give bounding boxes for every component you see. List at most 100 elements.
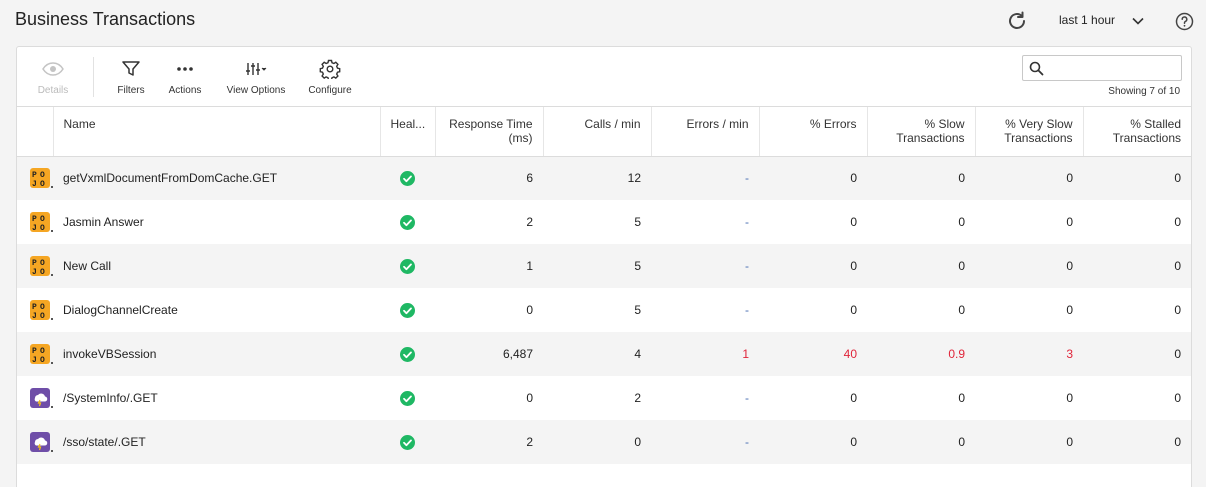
errors-per-min-cell: 1 bbox=[651, 332, 759, 376]
search-box[interactable] bbox=[1022, 55, 1182, 81]
pct-very-slow-cell: 0 bbox=[975, 420, 1083, 464]
chevron-down-icon[interactable] bbox=[1130, 13, 1146, 29]
header-pct-slow[interactable]: % Slow Transactions bbox=[867, 107, 976, 157]
help-icon[interactable] bbox=[1175, 12, 1194, 31]
refresh-icon[interactable] bbox=[1005, 9, 1029, 33]
svg-text:P: P bbox=[32, 171, 37, 180]
pojo-icon: POJO bbox=[30, 300, 50, 321]
health-ok-icon[interactable] bbox=[400, 214, 415, 230]
servlet-icon bbox=[30, 432, 50, 452]
response-time-cell: 1 bbox=[435, 244, 543, 288]
transaction-type-cell: POJO bbox=[17, 332, 53, 376]
table-row[interactable]: P O J O New Call 1 5-0 0 0 0 bbox=[17, 244, 1191, 288]
transactions-table: Name Heal... Response Time (ms) Calls / … bbox=[17, 107, 1191, 464]
pct-very-slow-cell: 0 bbox=[1066, 215, 1073, 229]
transaction-name[interactable]: /sso/state/.GET bbox=[53, 420, 380, 464]
health-ok-icon[interactable] bbox=[400, 170, 415, 186]
health-ok-icon[interactable] bbox=[400, 258, 415, 274]
transaction-name[interactable]: /SystemInfo/.GET bbox=[53, 376, 380, 420]
health-ok-icon[interactable] bbox=[400, 346, 415, 362]
actions-label: Actions bbox=[168, 85, 202, 96]
transaction-name[interactable]: New Call bbox=[53, 244, 380, 288]
health-ok-icon[interactable] bbox=[400, 302, 415, 318]
eye-icon bbox=[42, 59, 64, 79]
servlet-icon bbox=[30, 388, 50, 408]
table-row[interactable]: P O J O DialogChannelCreate 0 5-0 0 0 0 bbox=[17, 288, 1191, 332]
header-pct-very-slow[interactable]: % Very Slow Transactions bbox=[975, 107, 1084, 157]
pojo-icon: POJO bbox=[30, 168, 50, 189]
header-icon bbox=[17, 107, 54, 157]
svg-text:O: O bbox=[40, 224, 45, 232]
transaction-type-cell: POJO bbox=[17, 288, 53, 332]
details-button[interactable]: Details bbox=[27, 47, 79, 107]
pct-stalled-cell: 0 bbox=[1083, 156, 1191, 200]
response-time-cell: 2 bbox=[526, 215, 533, 229]
time-range-selector[interactable]: last 1 hour bbox=[1059, 13, 1115, 27]
toolbar: Details Filters Actions View Options Con… bbox=[17, 47, 1191, 107]
svg-text:J: J bbox=[32, 312, 37, 320]
header-pct-stalled[interactable]: % Stalled Transactions bbox=[1083, 107, 1191, 157]
health-cell bbox=[380, 244, 435, 288]
transaction-type-cell bbox=[17, 376, 53, 420]
details-label: Details bbox=[37, 85, 69, 96]
table-row[interactable]: P O J OinvokeVBSession 6,487 4 1 40 0.9 3 0 bbox=[17, 332, 1191, 376]
svg-text:O: O bbox=[40, 215, 45, 224]
table-row[interactable]: /sso/state/.GET 2 0-0 0 0 0 bbox=[17, 420, 1191, 464]
errors-per-min-cell: - bbox=[651, 156, 759, 200]
calls-per-min-cell: 5 bbox=[543, 244, 651, 288]
page-title: Business Transactions bbox=[15, 9, 196, 29]
transaction-name[interactable]: DialogChannelCreate bbox=[53, 288, 380, 332]
calls-per-min-cell: 5 bbox=[634, 215, 641, 229]
pct-stalled-cell: 0 bbox=[1174, 303, 1181, 317]
actions-button[interactable]: Actions bbox=[163, 47, 207, 107]
transaction-type-cell: POJO bbox=[17, 200, 53, 244]
business-transactions-panel: Details Filters Actions View Options Con… bbox=[16, 46, 1192, 487]
health-ok-icon[interactable] bbox=[400, 390, 415, 406]
view-options-button[interactable]: View Options bbox=[222, 47, 290, 107]
svg-text:O: O bbox=[40, 356, 45, 364]
transaction-name[interactable]: getVxmlDocumentFromDomCache.GET bbox=[53, 156, 380, 200]
pct-stalled-cell: 0 bbox=[1083, 244, 1191, 288]
pct-very-slow-cell: 0 bbox=[1066, 303, 1073, 317]
pct-very-slow-cell: 0 bbox=[975, 244, 1083, 288]
response-time-cell: 6,487 bbox=[435, 332, 543, 376]
health-ok-icon[interactable] bbox=[400, 434, 415, 450]
svg-text:O: O bbox=[40, 180, 45, 188]
transaction-name[interactable]: invokeVBSession bbox=[53, 332, 380, 376]
svg-text:P: P bbox=[32, 215, 37, 224]
gear-icon bbox=[319, 59, 341, 81]
response-time-cell: 6 bbox=[435, 156, 543, 200]
pct-errors-cell: 0 bbox=[850, 215, 857, 229]
table-row[interactable]: P O J O Jasmin Answer 2 5-0 0 0 0 bbox=[17, 200, 1191, 244]
pct-errors-cell: 0 bbox=[759, 420, 867, 464]
table-row[interactable]: /SystemInfo/.GET 0 2 - 0 0 0 0 bbox=[17, 376, 1191, 420]
pojo-icon: POJO bbox=[30, 256, 50, 277]
header-pct-errors[interactable]: % Errors bbox=[759, 107, 868, 157]
search-input[interactable] bbox=[1049, 58, 1177, 78]
svg-text:O: O bbox=[40, 268, 45, 276]
configure-button[interactable]: Configure bbox=[305, 47, 355, 107]
transaction-name[interactable]: Jasmin Answer bbox=[53, 200, 380, 244]
header-health[interactable]: Heal... bbox=[380, 107, 436, 157]
calls-per-min-cell: 0 bbox=[543, 420, 651, 464]
errors-per-min-cell: - bbox=[651, 244, 759, 288]
search-icon bbox=[1029, 61, 1044, 76]
health-cell bbox=[380, 332, 435, 376]
header-name[interactable]: Name bbox=[53, 107, 381, 157]
filters-button[interactable]: Filters bbox=[109, 47, 153, 107]
errors-per-min-cell: - bbox=[745, 391, 749, 405]
pct-very-slow-cell: 0 bbox=[1066, 391, 1073, 405]
pct-errors-cell: 0 bbox=[759, 244, 867, 288]
pojo-icon: POJO bbox=[30, 212, 50, 233]
pct-errors-cell: 0 bbox=[850, 303, 857, 317]
errors-per-min-cell: - bbox=[651, 420, 759, 464]
header-response-time[interactable]: Response Time (ms) bbox=[435, 107, 544, 157]
svg-text:O: O bbox=[40, 347, 45, 356]
toolbar-divider bbox=[93, 57, 94, 97]
health-cell bbox=[380, 156, 435, 200]
header-calls-per-min[interactable]: Calls / min bbox=[543, 107, 652, 157]
header-errors-per-min[interactable]: Errors / min bbox=[651, 107, 760, 157]
transaction-type-cell: POJO bbox=[17, 244, 53, 288]
table-row[interactable]: P O J OgetVxmlDocumentFromDomCache.GET 6 12-0… bbox=[17, 156, 1191, 200]
response-time-cell: 0 bbox=[526, 303, 533, 317]
